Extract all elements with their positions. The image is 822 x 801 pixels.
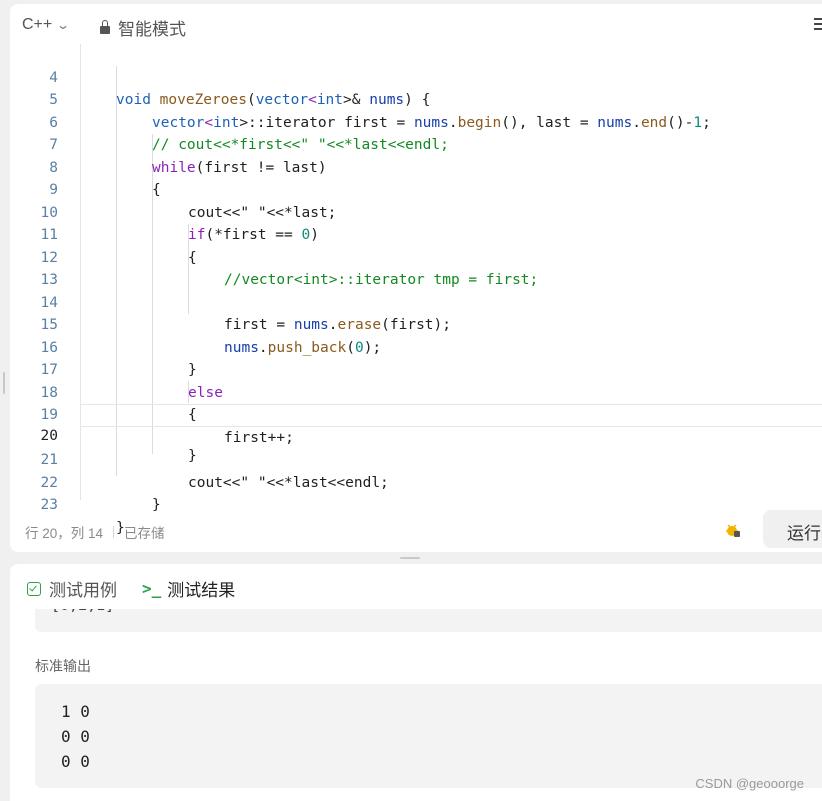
panel-divider[interactable] bbox=[0, 552, 822, 564]
code-line: 17 else bbox=[10, 337, 822, 401]
tab-result[interactable]: >_ 测试结果 bbox=[142, 576, 235, 601]
result-tabs: 测试用例 >_ 测试结果 bbox=[10, 564, 822, 609]
lock-icon bbox=[100, 19, 110, 34]
code-line: 18 { bbox=[10, 359, 822, 424]
tab-label: 测试结果 bbox=[167, 581, 236, 600]
code-line: 19 first++; bbox=[10, 382, 822, 446]
status-bar: 行 20，列 14 已存储 bbox=[25, 522, 165, 542]
run-button-label: 运行 bbox=[787, 524, 821, 543]
code-line: 13 bbox=[10, 247, 822, 288]
editor-header: C++ ⌄ 智能模式 bbox=[10, 4, 822, 44]
save-status: 已存储 bbox=[124, 526, 165, 541]
chevron-down-icon: ⌄ bbox=[56, 18, 71, 32]
code-line: 9 cout<<" "<<*last; bbox=[10, 157, 822, 221]
drag-handle[interactable] bbox=[400, 557, 420, 559]
code-area[interactable]: 4 void moveZeroes(vector<int>& nums) { 5… bbox=[10, 44, 822, 536]
run-button[interactable]: 运行 bbox=[763, 510, 822, 548]
line-number: 23 bbox=[40, 497, 58, 513]
editor-mode-label: 智能模式 bbox=[118, 20, 186, 39]
debug-icon[interactable] bbox=[724, 521, 742, 539]
code-line: 14 first = nums.erase(first); bbox=[10, 269, 822, 334]
stdout-label: 标准输出 bbox=[35, 658, 91, 674]
code-line: 15 nums.push_back(0); bbox=[10, 292, 822, 356]
code-line: 12 //vector<int>::iterator tmp = first; bbox=[10, 224, 822, 289]
code-line-active: 20 } bbox=[41, 404, 822, 464]
tab-testcase[interactable]: 测试用例 bbox=[27, 576, 117, 601]
cursor-position: 行 20，列 14 bbox=[25, 526, 104, 541]
terminal-icon: >_ bbox=[142, 579, 162, 598]
line-number: 19 bbox=[40, 407, 58, 423]
code-line: 8 { bbox=[10, 134, 822, 199]
language-selector[interactable]: C++ ⌄ bbox=[22, 16, 71, 34]
stdout-box: 1 0 0 0 0 0 bbox=[35, 684, 822, 788]
watermark: CSDN @geooorge bbox=[695, 776, 804, 791]
stdout-line: 0 0 bbox=[61, 727, 90, 746]
code-line: 5 vector<int>::iterator first = nums.beg… bbox=[10, 67, 822, 131]
code-line: 22 } bbox=[10, 449, 822, 514]
panel-resize-handle[interactable] bbox=[3, 372, 5, 394]
code-line: 7 while(first != last) bbox=[10, 112, 822, 176]
tab-label: 测试用例 bbox=[49, 581, 117, 600]
code-line: 16 } bbox=[10, 314, 822, 379]
stdout-line: 1 0 bbox=[61, 702, 90, 721]
code-line: 21 cout<<" "<<*last<<endl; bbox=[10, 427, 822, 491]
code-line: 6 // cout<<*first<<" "<<*last<<endl; bbox=[10, 89, 822, 154]
code-editor-panel: C++ ⌄ 智能模式 4 void moveZeroes(vector<int>… bbox=[10, 4, 822, 552]
code-text: } bbox=[152, 497, 161, 513]
editor-mode[interactable]: 智能模式 bbox=[100, 15, 186, 40]
result-panel: [0,2,1] 测试用例 >_ 测试结果 标准输出 1 0 0 0 0 0 bbox=[10, 564, 822, 801]
code-line: 11 { bbox=[10, 202, 822, 266]
checkbox-icon bbox=[27, 581, 41, 596]
code-line: 10 if(*first == 0) bbox=[10, 179, 822, 244]
code-line: 23 } bbox=[10, 472, 822, 536]
divider bbox=[113, 526, 115, 538]
code-line: 4 void moveZeroes(vector<int>& nums) { bbox=[10, 44, 822, 109]
stdout-line: 0 0 bbox=[61, 752, 90, 771]
language-label: C++ bbox=[22, 16, 53, 33]
menu-icon[interactable] bbox=[814, 18, 822, 33]
